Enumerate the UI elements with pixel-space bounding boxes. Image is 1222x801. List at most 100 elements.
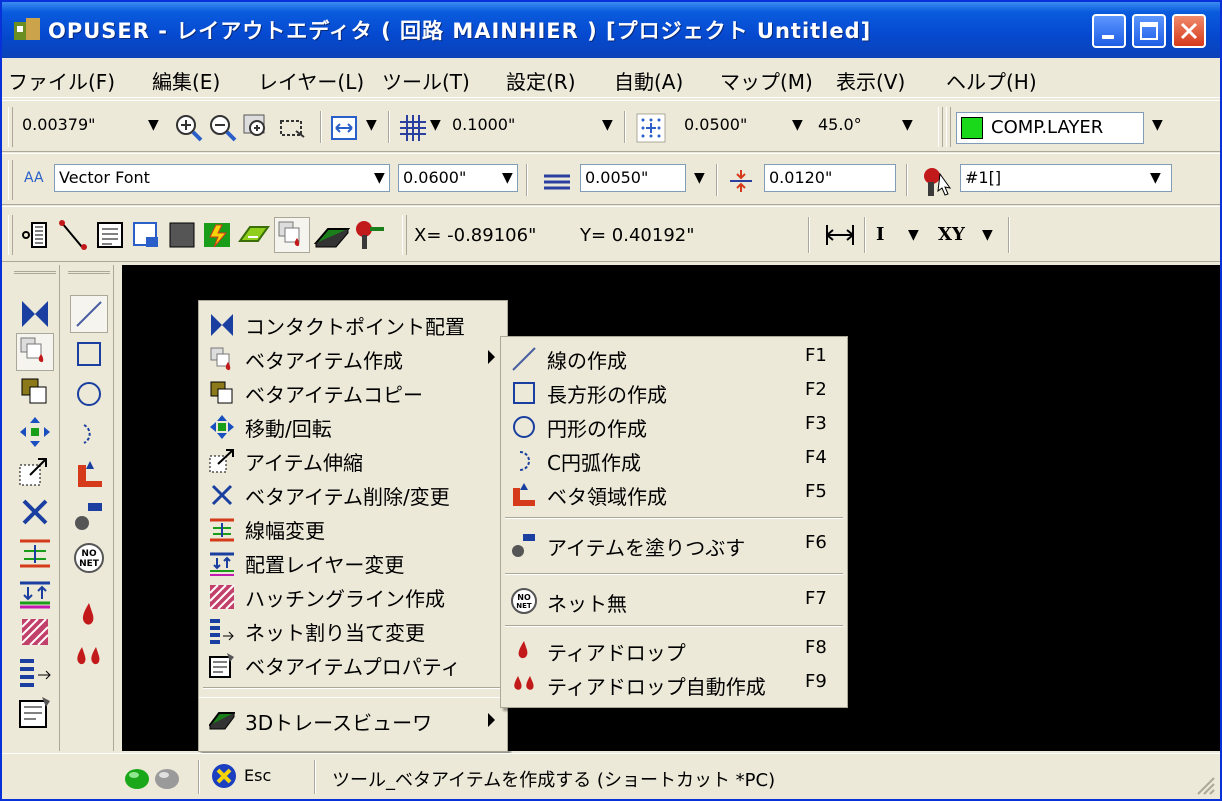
solid-item-tool[interactable] (274, 217, 310, 253)
submenu-item-teardrop[interactable]: ティアドロップ F8 (501, 633, 847, 667)
menu-tool[interactable]: ツール(T) (382, 66, 470, 95)
menu-item-properties[interactable]: ベタアイテムプロパティ (199, 647, 507, 681)
trace-icon[interactable] (58, 219, 90, 251)
line-width-change-icon[interactable] (16, 533, 54, 571)
zoom-window-icon[interactable] (242, 113, 272, 143)
menu-item-line-width[interactable]: 線幅変更 (199, 511, 507, 545)
menu-item-hatching[interactable]: ハッチングライン作成 (199, 579, 507, 613)
menu-item-net-assign[interactable]: ネット割り当て変更 (199, 613, 507, 647)
clearance-input[interactable]: 0.0120" (764, 164, 896, 192)
chevron-down-icon[interactable]: ▼ (1152, 117, 1163, 133)
circle-icon[interactable] (70, 375, 108, 413)
zoom-fit-icon[interactable] (278, 113, 308, 143)
toolbar-grip[interactable] (402, 215, 407, 255)
mode-xy-label[interactable]: XY (938, 224, 965, 245)
toolbar-grip[interactable] (8, 160, 13, 200)
component-icon[interactable] (20, 219, 52, 251)
net-combo[interactable]: #1[] (960, 164, 1172, 192)
copy-icon[interactable] (16, 373, 54, 411)
drc-icon[interactable] (202, 219, 234, 251)
pin-icon[interactable] (354, 219, 386, 251)
solid-rect-icon[interactable] (166, 219, 198, 251)
menu-item-copy[interactable]: ベタアイテムコピー (199, 375, 507, 409)
contact-point-icon[interactable] (16, 295, 54, 333)
submenu-item-fill[interactable]: アイテムを塗りつぶす F6 (501, 525, 847, 563)
no-net-icon[interactable]: NONET (70, 539, 108, 577)
net-assign-icon[interactable] (16, 653, 54, 691)
chevron-down-icon[interactable]: ▼ (602, 117, 613, 133)
menu-view[interactable]: 表示(V) (836, 66, 905, 95)
area-select-icon[interactable] (130, 219, 162, 251)
menu-settings[interactable]: 設定(R) (506, 66, 576, 95)
arc-icon[interactable] (70, 415, 108, 453)
chevron-down-icon[interactable]: ▼ (902, 117, 913, 133)
menu-item-layer-change[interactable]: 配置レイヤー変更 (199, 545, 507, 579)
solid-item-button[interactable] (16, 333, 54, 371)
submenu-item-circle[interactable]: 円形の作成 F3 (501, 409, 847, 443)
line-button[interactable] (70, 295, 108, 333)
text-tool-icon[interactable] (94, 219, 126, 251)
submenu-item-area[interactable]: ベタ領域作成 F5 (501, 477, 847, 511)
3d-view-icon[interactable] (314, 219, 350, 251)
submenu-item-no-net[interactable]: NO NET ネット無 F7 (501, 583, 847, 621)
toolbar-grip[interactable] (8, 215, 13, 255)
chevron-down-icon[interactable]: ▼ (982, 227, 993, 243)
submenu-item-arc[interactable]: C円弧作成 F4 (501, 443, 847, 477)
submenu-item-teardrop-auto[interactable]: ティアドロップ自動作成 F9 (501, 667, 847, 701)
toolbar-grip[interactable] (938, 107, 943, 147)
palette-grip[interactable] (14, 271, 56, 279)
measure-icon[interactable] (824, 221, 856, 249)
chevron-down-icon[interactable]: ▼ (374, 170, 385, 186)
chevron-down-icon[interactable]: ▼ (792, 117, 803, 133)
chevron-down-icon[interactable]: ▼ (1150, 170, 1161, 186)
chevron-down-icon[interactable]: ▼ (430, 117, 441, 133)
submenu-item-rectangle[interactable]: 長方形の作成 F2 (501, 375, 847, 409)
submenu-item-line[interactable]: 線の作成 F1 (501, 341, 847, 375)
move-icon[interactable] (16, 413, 54, 451)
area-icon[interactable] (70, 455, 108, 493)
menu-edit[interactable]: 編集(E) (152, 66, 220, 95)
minimize-button[interactable] (1092, 14, 1126, 48)
menu-help[interactable]: ヘルプ(H) (946, 66, 1037, 95)
menu-item-solid-item[interactable]: ベタアイテム作成 (199, 341, 507, 375)
teardrop-icon[interactable] (70, 595, 108, 633)
escape-button[interactable]: Esc (210, 760, 298, 792)
toolbar-grip[interactable] (946, 107, 951, 147)
layer-selector[interactable]: COMP.LAYER (956, 112, 1144, 144)
grid-spacing-combo[interactable]: 0.1000" (448, 112, 588, 140)
fill-icon[interactable] (70, 497, 108, 535)
menu-item-stretch[interactable]: アイテム伸縮 (199, 443, 507, 477)
chevron-down-icon[interactable]: ▼ (502, 170, 513, 186)
zoom-in-icon[interactable] (174, 113, 204, 143)
delete-icon[interactable] (16, 493, 54, 531)
title-bar[interactable]: OPUSER - レイアウトエディタ ( 回路 MAINHIER ) [プロジェ… (2, 2, 1220, 58)
palette-grip[interactable] (68, 271, 110, 279)
chevron-down-icon[interactable]: ▼ (366, 117, 377, 133)
teardrop-auto-icon[interactable] (70, 637, 108, 675)
menu-map[interactable]: マップ(M) (720, 66, 813, 95)
plane-icon[interactable] (238, 219, 270, 251)
rectangle-icon[interactable] (70, 335, 108, 373)
angle-combo[interactable]: 45.0° (814, 112, 894, 140)
toolbar-grip[interactable] (8, 107, 13, 147)
chevron-down-icon[interactable]: ▼ (148, 117, 159, 133)
maximize-button[interactable] (1132, 14, 1166, 48)
zoom-combo[interactable]: 0.00379" (18, 112, 136, 140)
menu-layer[interactable]: レイヤー(L) (258, 66, 364, 95)
menu-item-3d-viewer[interactable]: 3Dトレースビューワ (199, 697, 507, 741)
grid-icon[interactable] (398, 113, 428, 143)
layer-change-icon[interactable] (16, 573, 54, 611)
stretch-icon[interactable] (16, 453, 54, 491)
menu-auto[interactable]: 自動(A) (614, 66, 683, 95)
menu-item-move[interactable]: 移動/回転 (199, 409, 507, 443)
snap-spacing-combo[interactable]: 0.0500" (680, 112, 790, 140)
close-button[interactable] (1172, 14, 1206, 48)
resize-grip-icon[interactable] (1192, 772, 1216, 796)
hatching-icon[interactable] (16, 613, 54, 651)
text-size-combo[interactable]: 0.0600" (398, 164, 518, 192)
net-pick-icon[interactable] (918, 164, 958, 198)
properties-icon[interactable] (16, 693, 54, 731)
chevron-down-icon[interactable]: ▼ (694, 170, 705, 186)
fit-width-icon[interactable] (330, 113, 360, 143)
mode-i-label[interactable]: I (876, 224, 884, 245)
